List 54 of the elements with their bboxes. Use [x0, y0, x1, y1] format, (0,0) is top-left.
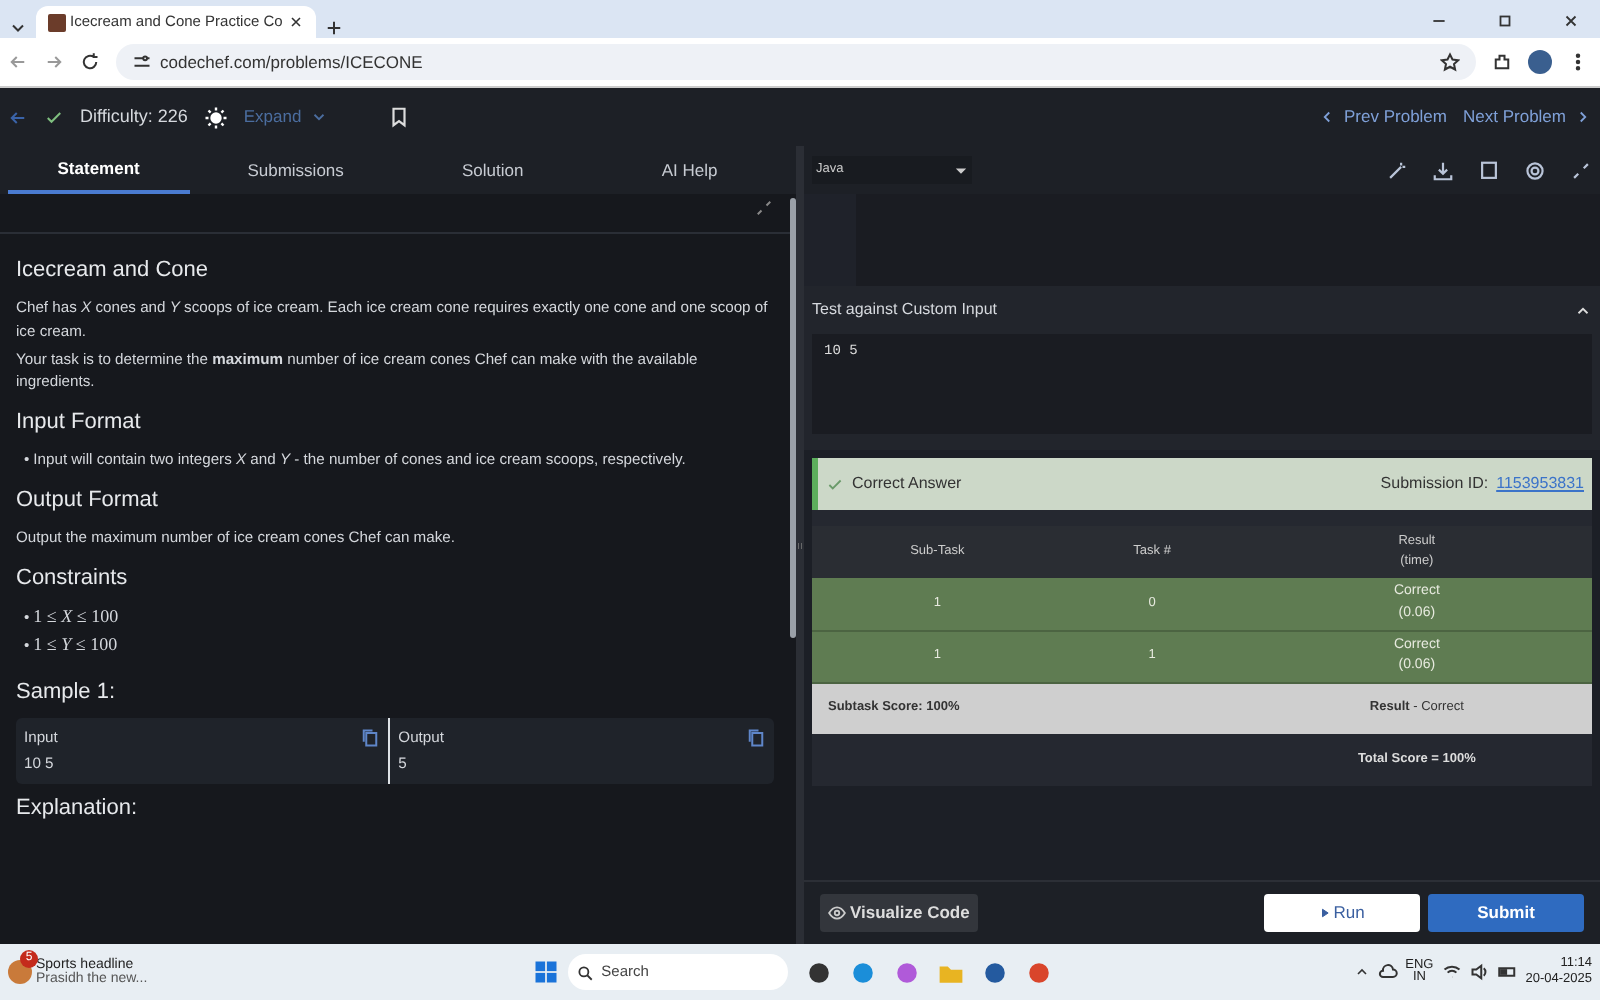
copy-icon[interactable]	[360, 727, 381, 748]
close-icon[interactable]	[288, 14, 304, 30]
plus-icon[interactable]	[324, 18, 344, 38]
volume-icon[interactable]	[1469, 962, 1490, 982]
submit-button[interactable]: Submit	[1428, 894, 1584, 932]
difficulty-label: Difficulty: 226	[80, 103, 188, 130]
star-icon[interactable]	[1440, 52, 1460, 72]
profile-avatar[interactable]	[1528, 50, 1552, 74]
visualize-code-button[interactable]: Visualize Code	[820, 894, 978, 932]
back-icon[interactable]	[8, 52, 28, 72]
bookmark-icon[interactable]	[387, 106, 410, 128]
extensions-icon[interactable]	[1492, 52, 1512, 72]
tab[interactable]: Submissions	[205, 146, 387, 194]
forward-icon[interactable]	[44, 52, 64, 72]
close-icon[interactable]	[1562, 12, 1580, 30]
cloud-icon[interactable]	[1377, 962, 1398, 982]
screen-icon[interactable]	[1478, 159, 1500, 181]
chevron-up-icon[interactable]	[1353, 964, 1370, 980]
copy-icon[interactable]	[746, 727, 767, 748]
section-title: Test against Custom Input	[812, 298, 997, 322]
caret-icon	[954, 163, 968, 177]
sun-icon[interactable]	[203, 105, 228, 129]
list-item: 1 ≤ Y ≤ 100	[33, 631, 118, 658]
battery-icon[interactable]	[1497, 962, 1518, 982]
prev-problem-button[interactable]: Prev Problem	[1318, 104, 1447, 130]
maximize-icon[interactable]	[1496, 12, 1514, 30]
chevron-left-icon	[1318, 108, 1336, 126]
submission-label: Submission ID:	[1380, 472, 1489, 496]
sample-heading: Sample 1:	[16, 677, 118, 708]
section-heading: Output Format	[16, 485, 160, 516]
download-icon[interactable]	[1432, 159, 1454, 181]
section-heading: Input Format	[16, 408, 143, 439]
magic-wand-icon[interactable]	[1386, 159, 1408, 181]
chevron-down-icon	[309, 108, 328, 126]
section-heading: Constraints	[16, 563, 130, 594]
search-icon	[575, 963, 594, 981]
problem-title: Icecream and Cone	[16, 256, 210, 286]
section-heading: Explanation:	[16, 794, 140, 825]
list-item: 1 ≤ X ≤ 100	[33, 603, 119, 630]
scrollbar-thumb[interactable]	[790, 198, 796, 638]
check-icon	[826, 475, 844, 493]
eye-icon	[828, 904, 846, 922]
run-button[interactable]: Run	[1264, 894, 1420, 932]
play-icon	[1319, 908, 1330, 918]
windows-icon[interactable]	[531, 958, 560, 986]
reload-icon[interactable]	[80, 52, 100, 72]
tab[interactable]: AI Help	[599, 146, 781, 194]
chevron-right-icon	[1574, 108, 1592, 126]
site-settings-icon[interactable]	[132, 52, 152, 72]
next-problem-button[interactable]: Next Problem	[1463, 104, 1592, 130]
back-icon[interactable]	[8, 107, 28, 127]
favicon-icon	[48, 13, 66, 31]
status-text: Correct Answer	[852, 472, 964, 496]
tab[interactable]: Solution	[402, 146, 584, 194]
